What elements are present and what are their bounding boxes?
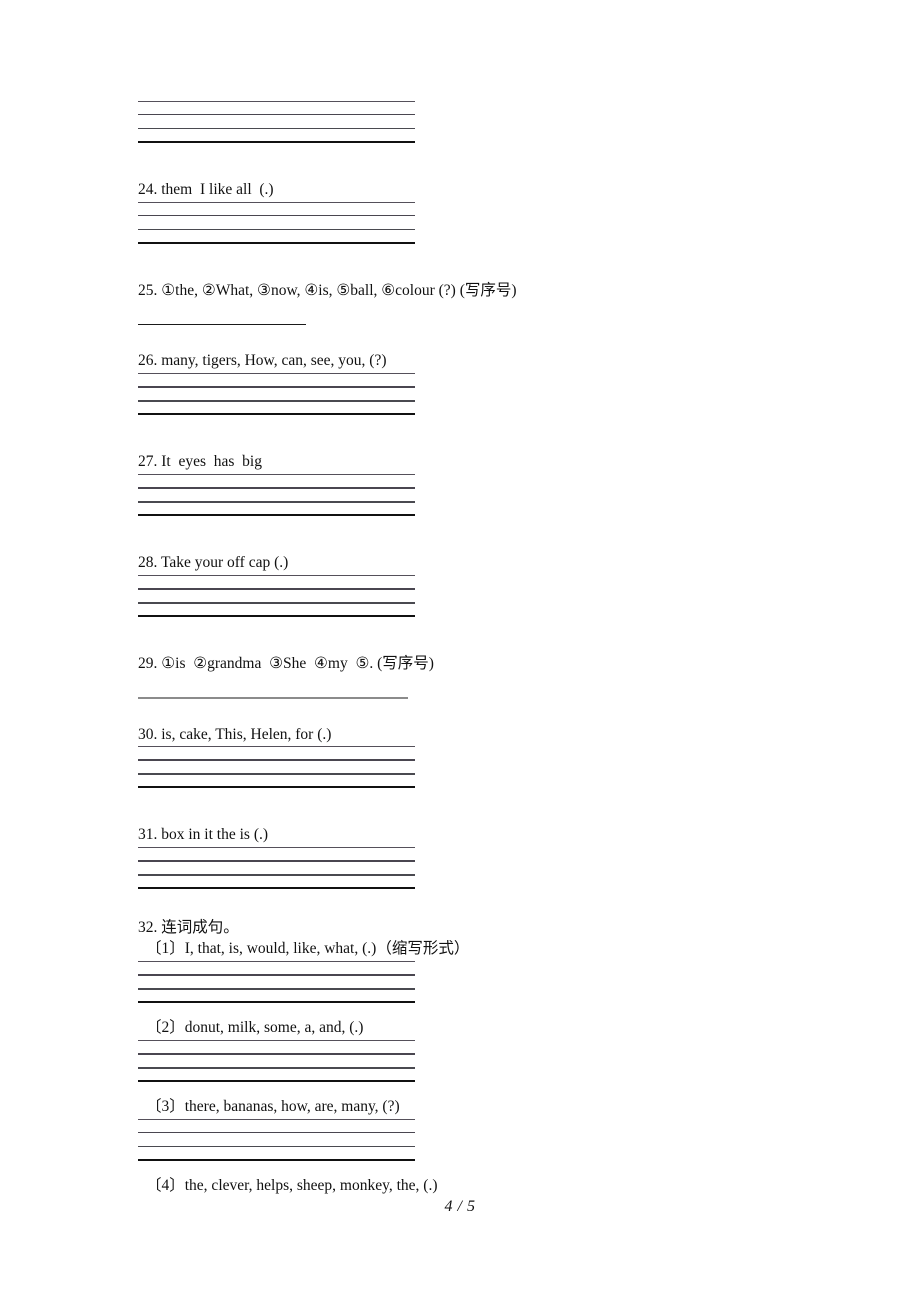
guide-line-2 (138, 1132, 415, 1134)
question-block-continuation (138, 101, 838, 154)
guide-line-2 (138, 214, 415, 217)
question-list: 24. them I like all (.) 25. ①the, ②What,… (138, 100, 838, 1197)
worksheet-page: 24. them I like all (.) 25. ①the, ②What,… (0, 0, 920, 1302)
question-block-29: 29. ①is ②grandma ③She ④my ⑤. (写序号) (138, 654, 838, 699)
question-text-32-4: 〔4〕the, clever, helps, sheep, monkey, th… (146, 1177, 438, 1195)
four-line-writing-guide[interactable] (138, 746, 415, 799)
question-text-27: 27. It eyes has big (138, 453, 262, 471)
question-heading-32: 32. 连词成句。 (138, 919, 239, 937)
guide-line-3 (138, 128, 415, 130)
question-text-30: 30. is, cake, This, Helen, for (.) (138, 725, 332, 743)
guide-line-1 (138, 575, 415, 577)
guide-line-1 (138, 847, 415, 849)
question-text-24: 24. them I like all (.) (138, 181, 274, 198)
guide-line-3 (138, 228, 415, 231)
guide-line-2 (138, 1053, 415, 1055)
guide-line-1 (138, 101, 415, 102)
question-text-29: 29. ①is ②grandma ③She ④my ⑤. (写序号) (138, 655, 434, 673)
question-text-32-3: 〔3〕there, bananas, how, are, many, (?) (146, 1098, 400, 1116)
guide-line-2 (138, 114, 415, 116)
question-block-30: 30. is, cake, This, Helen, for (.) (138, 725, 838, 800)
question-text-25: 25. ①the, ②What, ③now, ④is, ⑤ball, ⑥colo… (138, 281, 517, 299)
guide-line-1 (138, 1040, 415, 1042)
guide-line-3 (138, 1146, 415, 1148)
guide-line-3 (138, 501, 415, 503)
four-line-writing-guide[interactable] (138, 201, 415, 255)
guide-line-3 (138, 773, 415, 775)
four-line-writing-guide[interactable] (138, 575, 415, 628)
four-line-writing-guide[interactable] (138, 373, 415, 426)
question-block-32: 32. 连词成句。 〔1〕I, that, is, would, like, w… (138, 918, 838, 1197)
question-text-32-1: 〔1〕I, that, is, would, like, what, (.)（缩… (146, 940, 470, 958)
guide-line-4 (138, 887, 415, 890)
guide-line-1 (138, 746, 415, 748)
guide-line-1 (138, 961, 415, 963)
question-block-25: 25. ①the, ②What, ③now, ④is, ⑤ball, ⑥colo… (138, 281, 838, 326)
guide-line-3 (138, 602, 415, 604)
guide-line-2 (138, 860, 415, 862)
guide-line-4 (138, 141, 415, 143)
guide-line-4 (138, 514, 415, 517)
guide-line-3 (138, 400, 415, 402)
question-block-26: 26. many, tigers, How, can, see, you, (?… (138, 351, 838, 426)
guide-line-4 (138, 615, 415, 618)
guide-line-2 (138, 588, 415, 590)
four-line-writing-guide[interactable] (138, 961, 415, 1014)
four-line-writing-guide[interactable] (138, 1119, 415, 1172)
guide-line-4 (138, 413, 415, 416)
guide-line-2 (138, 386, 415, 388)
guide-line-3 (138, 874, 415, 876)
question-block-24: 24. them I like all (.) (138, 180, 838, 255)
question-text-26: 26. many, tigers, How, can, see, you, (?… (138, 352, 387, 370)
guide-line-1 (138, 474, 415, 476)
guide-line-1 (138, 1119, 415, 1121)
question-text-28: 28. Take your off cap (.) (138, 554, 289, 572)
guide-line-4 (138, 241, 415, 244)
guide-line-2 (138, 759, 415, 761)
guide-line-3 (138, 988, 415, 990)
guide-line-4 (138, 1080, 415, 1083)
guide-line-2 (138, 974, 415, 976)
four-line-writing-guide[interactable] (138, 101, 415, 154)
question-text-32-2: 〔2〕donut, milk, some, a, and, (.) (146, 1019, 364, 1037)
four-line-writing-guide[interactable] (138, 474, 415, 527)
guide-line-1 (138, 373, 415, 375)
question-text-31: 31. box in it the is (.) (138, 826, 269, 844)
page-number: 4 / 5 (444, 1198, 476, 1215)
four-line-writing-guide[interactable] (138, 847, 415, 900)
four-line-writing-guide[interactable] (138, 1040, 415, 1093)
question-block-28: 28. Take your off cap (.) (138, 553, 838, 628)
guide-line-2 (138, 487, 415, 489)
guide-line-4 (138, 786, 415, 789)
guide-line-3 (138, 1067, 415, 1069)
guide-line-1 (138, 201, 415, 203)
guide-line-4 (138, 1159, 415, 1162)
guide-line-4 (138, 1001, 415, 1004)
question-block-27: 27. It eyes has big (138, 452, 838, 527)
question-block-31: 31. box in it the is (.) (138, 825, 838, 900)
